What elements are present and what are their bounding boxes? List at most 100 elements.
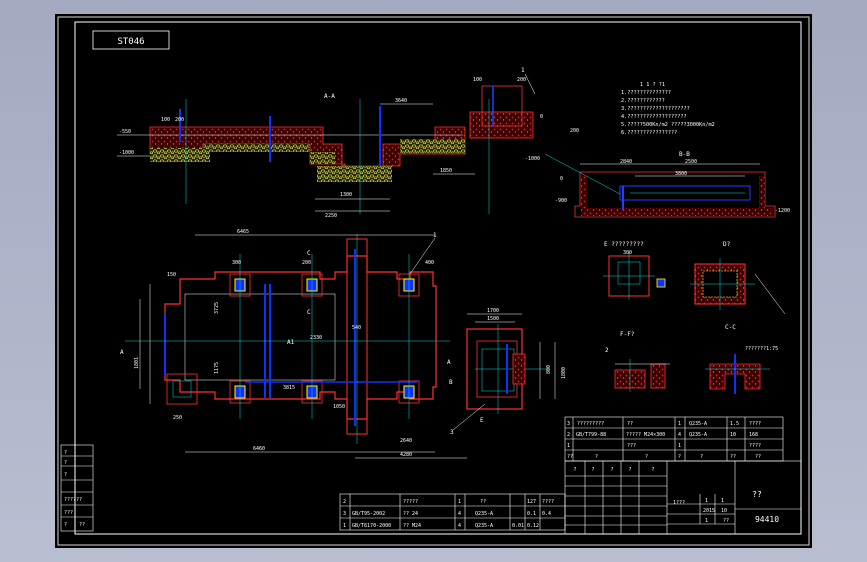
section-a-a: A-A 2250 1300 3640 -550 -1000 1850 100 2… <box>117 67 579 219</box>
svg-text:??: ?? <box>627 421 633 427</box>
svg-text:Q235-A: Q235-A <box>475 523 493 529</box>
svg-text:??: ?? <box>755 454 761 460</box>
svg-text:Q235-A: Q235-A <box>689 421 707 427</box>
svg-text:??: ?? <box>730 454 736 460</box>
svg-text:800: 800 <box>546 365 552 374</box>
side-strip <box>60 444 94 532</box>
svg-text:GB/T95-2002: GB/T95-2002 <box>352 511 385 517</box>
svg-text:1???: 1??? <box>673 500 685 506</box>
svg-text:3725: 3725 <box>214 302 220 314</box>
svg-text:?: ? <box>651 467 654 473</box>
svg-text:2640: 2640 <box>400 438 412 444</box>
svg-text:????? M24×300: ????? M24×300 <box>626 432 665 438</box>
svg-text:4.???????????????????: 4.??????????????????? <box>621 114 687 120</box>
svg-text:1.5: 1.5 <box>730 421 739 427</box>
svg-text:?: ? <box>628 467 631 473</box>
svg-text:6465: 6465 <box>237 229 249 235</box>
svg-text:?????????: ????????? <box>577 421 604 427</box>
svg-text:10: 10 <box>721 508 727 514</box>
bom-right-text: 3 ????????? ?? 1 Q235-A 1.5 ???? 2 GB/T7… <box>567 421 761 460</box>
svg-text:1: 1 <box>705 498 708 504</box>
section-a-label: A-A <box>324 93 335 100</box>
section-b-b: B-B 2840 2500 3800 -900 -1200 0 <box>544 151 790 218</box>
svg-text:1.??????????????: 1.?????????????? <box>621 90 671 96</box>
svg-text:??????: ?????? <box>64 497 82 503</box>
svg-text:400: 400 <box>425 260 434 266</box>
svg-text:1850: 1850 <box>440 168 452 174</box>
svg-text:1 1 ? ?1: 1 1 ? ?1 <box>640 82 665 88</box>
svg-text:1800: 1800 <box>561 367 567 379</box>
svg-text:?: ? <box>573 467 576 473</box>
svg-text:1: 1 <box>567 443 570 449</box>
svg-text:5.?????500Kn/m2 ?????3000Kn/m2: 5.?????500Kn/m2 ?????3000Kn/m2 <box>621 122 715 128</box>
title-block-text: ? ? ? ? ? 1??? 1 1 2015 10 1 ?? <box>573 467 729 524</box>
svg-text:127: 127 <box>527 499 536 505</box>
drawing-number: 94410 <box>755 515 779 524</box>
svg-text:2.????????????: 2.???????????? <box>621 98 665 104</box>
svg-text:168: 168 <box>749 432 758 438</box>
svg-text:?: ? <box>678 454 681 460</box>
svg-text:2: 2 <box>605 347 609 354</box>
svg-text:1: 1 <box>458 499 461 505</box>
svg-text:3800: 3800 <box>675 171 687 177</box>
svg-text:1050: 1050 <box>333 404 345 410</box>
svg-text:Q235-A: Q235-A <box>689 432 707 438</box>
svg-text:1: 1 <box>521 67 525 74</box>
svg-text:0.1: 0.1 <box>527 511 536 517</box>
svg-text:200: 200 <box>175 117 184 123</box>
svg-text:?: ? <box>595 454 598 460</box>
svg-text:C-C: C-C <box>725 324 736 331</box>
svg-text:1: 1 <box>721 498 724 504</box>
svg-text:100: 100 <box>161 117 170 123</box>
svg-text:0.12: 0.12 <box>527 523 539 529</box>
svg-text:1: 1 <box>433 232 437 239</box>
svg-text:?: ? <box>64 522 67 528</box>
svg-text:2500: 2500 <box>685 159 697 165</box>
cad-viewport[interactable]: ST046 ? ? ? ?????? ??? ? ?? A-A 2250 130… <box>0 0 867 562</box>
svg-text:6460: 6460 <box>253 446 265 452</box>
svg-text:6.????????????????: 6.???????????????? <box>621 130 677 136</box>
svg-text:F-F?: F-F? <box>620 331 635 338</box>
svg-text:3.????????????????????: 3.???????????????????? <box>621 106 690 112</box>
svg-text:C: C <box>307 309 311 316</box>
svg-text:3640: 3640 <box>395 98 407 104</box>
svg-text:A: A <box>447 359 451 366</box>
svg-text:2840: 2840 <box>620 159 632 165</box>
svg-text:C: C <box>307 250 311 257</box>
drawing-canvas: ST046 ? ? ? ?????? ??? ? ?? A-A 2250 130… <box>57 16 810 546</box>
svg-text:??: ?? <box>480 499 486 505</box>
svg-text:0: 0 <box>560 176 563 182</box>
svg-text:4: 4 <box>678 432 681 438</box>
svg-text:-1000: -1000 <box>525 156 540 162</box>
svg-text:?: ? <box>64 460 67 466</box>
svg-text:?: ? <box>64 450 67 456</box>
svg-text:2: 2 <box>567 432 570 438</box>
svg-text:?: ? <box>64 472 67 478</box>
svg-text:3: 3 <box>567 421 570 427</box>
svg-text:???: ??? <box>64 510 73 516</box>
svg-text:2250: 2250 <box>325 213 337 219</box>
svg-text:?????: ????? <box>403 499 418 505</box>
technical-notes: 1 1 ? ?1 1.?????????????? 2.????????????… <box>621 82 715 136</box>
svg-text:Q235-A: Q235-A <box>475 511 493 517</box>
svg-text:1300: 1300 <box>340 192 352 198</box>
svg-text:1: 1 <box>705 518 708 524</box>
svg-text:2330: 2330 <box>310 335 322 341</box>
svg-text:200: 200 <box>570 128 579 134</box>
svg-text:1801: 1801 <box>134 357 140 369</box>
svg-text:?? 24: ?? 24 <box>403 511 418 517</box>
svg-text:?: ? <box>591 467 594 473</box>
svg-text:E ?????????: E ????????? <box>604 241 644 248</box>
svg-text:GB/T799-88: GB/T799-88 <box>576 432 606 438</box>
svg-text:4: 4 <box>458 511 461 517</box>
stamp-text: ST046 <box>117 37 144 47</box>
detail-c: C-C ???????1:75 <box>705 324 778 394</box>
svg-text:?? M24: ?? M24 <box>403 523 421 529</box>
svg-text:2: 2 <box>343 499 346 505</box>
svg-text:E: E <box>480 417 484 424</box>
svg-text:A1: A1 <box>287 339 295 346</box>
detail-d: D? <box>690 241 786 315</box>
svg-text:???: ??? <box>627 443 636 449</box>
svg-text:-550: -550 <box>119 129 131 135</box>
svg-text:?: ? <box>610 467 613 473</box>
